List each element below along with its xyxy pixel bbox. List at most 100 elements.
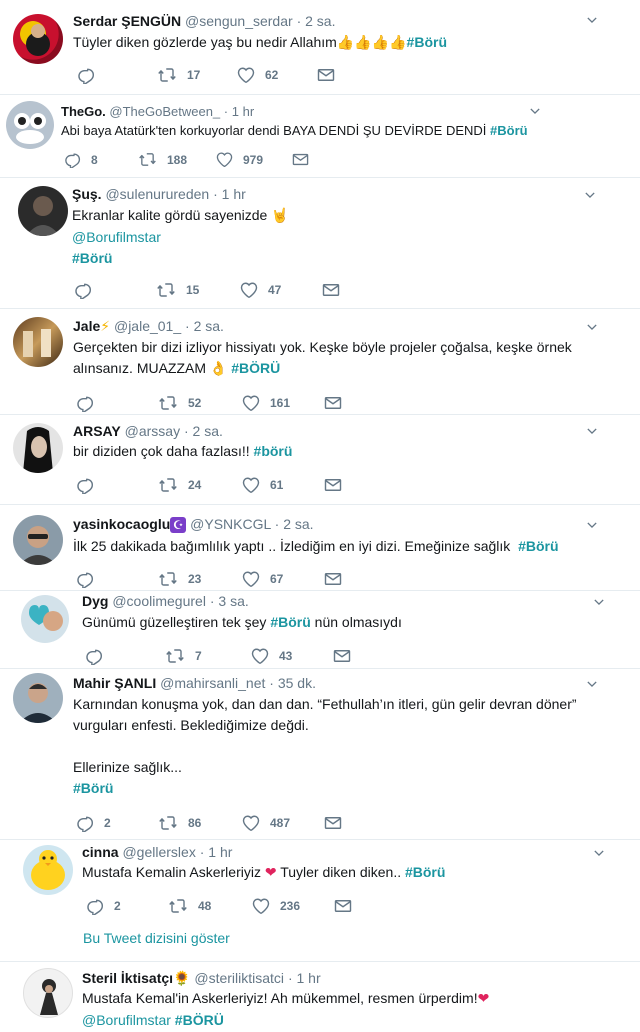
retweet-button[interactable]: 15	[156, 281, 240, 299]
chevron-down-icon[interactable]	[585, 190, 595, 200]
retweet-button[interactable]: 17	[157, 66, 237, 84]
author-name[interactable]: ARSAY	[73, 423, 121, 439]
chevron-down-icon[interactable]	[594, 597, 604, 607]
author-name[interactable]: TheGo.	[61, 104, 106, 119]
avatar[interactable]	[23, 968, 73, 1018]
direct-message-button[interactable]	[317, 66, 335, 84]
reply-button[interactable]	[76, 570, 158, 588]
direct-message-button[interactable]	[292, 151, 309, 168]
author-name[interactable]: cinna	[82, 844, 119, 860]
author-name[interactable]: Serdar ŞENGÜN	[73, 13, 181, 29]
author-handle[interactable]: @gellerslex	[122, 844, 195, 860]
reply-button[interactable]: 2	[76, 814, 158, 832]
timestamp[interactable]: 3 sa.	[218, 593, 248, 609]
timestamp[interactable]: 2 sa.	[283, 516, 313, 532]
avatar[interactable]	[13, 515, 63, 565]
hashtag-link[interactable]: #Börü	[405, 864, 445, 880]
timestamp[interactable]: 1 hr	[208, 844, 232, 860]
retweet-button[interactable]: 24	[158, 476, 242, 494]
tweet[interactable]: Serdar ŞENGÜN @sengun_serdar · 2 sa. Tüy…	[0, 0, 640, 95]
direct-message-button[interactable]	[334, 897, 352, 915]
tweet[interactable]: Steril İktisatçı🌻 @steriliktisatci · 1 h…	[0, 962, 640, 1032]
timestamp[interactable]: 1 hr	[222, 186, 246, 202]
chevron-down-icon[interactable]	[587, 15, 597, 25]
tweet[interactable]: Şuş. @sulenurureden · 1 hr Ekranlar kali…	[0, 178, 640, 309]
author-handle[interactable]: @steriliktisatci	[194, 970, 284, 986]
hashtag-link[interactable]: #Börü	[490, 123, 528, 138]
author-name[interactable]: Mahir ŞANLI	[73, 675, 156, 691]
timestamp[interactable]: 2 sa.	[305, 13, 335, 29]
show-thread-link[interactable]: Bu Tweet dizisini göster	[83, 930, 230, 946]
author-handle[interactable]: @YSNKCGL	[190, 516, 271, 532]
avatar[interactable]	[21, 595, 69, 643]
avatar[interactable]	[13, 14, 63, 64]
hashtag-link[interactable]: #Börü	[407, 34, 447, 50]
tweet[interactable]: Jale⚡ @jale_01_ · 2 sa. Gerçekten bir di…	[0, 309, 640, 415]
like-button[interactable]: 47	[240, 281, 322, 299]
retweet-button[interactable]: 48	[168, 897, 252, 915]
retweet-button[interactable]: 52	[158, 394, 242, 412]
reply-button[interactable]	[74, 281, 156, 299]
reply-button[interactable]	[76, 476, 158, 494]
avatar[interactable]	[13, 673, 63, 723]
mention-link[interactable]: @Borufilmstar	[82, 1012, 171, 1028]
author-handle[interactable]: @sengun_serdar	[185, 13, 293, 29]
like-button[interactable]: 67	[242, 570, 324, 588]
avatar[interactable]	[18, 186, 68, 236]
like-button[interactable]: 979	[216, 151, 292, 168]
chevron-down-icon[interactable]	[587, 520, 597, 530]
like-button[interactable]: 236	[252, 897, 334, 915]
tweet[interactable]: cinna @gellerslex · 1 hr Mustafa Kemalin…	[0, 840, 640, 962]
author-name[interactable]: Jale	[73, 318, 100, 334]
tweet[interactable]: Dyg @coolimegurel · 3 sa. Günümü güzelle…	[0, 591, 640, 669]
chevron-down-icon[interactable]	[587, 679, 597, 689]
retweet-button[interactable]: 23	[158, 570, 242, 588]
author-handle[interactable]: @sulenurureden	[105, 186, 209, 202]
author-name[interactable]: yasinkocaoglu	[73, 516, 170, 532]
retweet-button[interactable]: 7	[165, 647, 251, 665]
direct-message-button[interactable]	[322, 281, 340, 299]
author-handle[interactable]: @TheGoBetween_	[109, 104, 220, 119]
direct-message-button[interactable]	[324, 814, 342, 832]
author-name[interactable]: Dyg	[82, 593, 108, 609]
timestamp[interactable]: 1 hr	[232, 104, 254, 119]
timestamp[interactable]: 2 sa.	[193, 423, 223, 439]
chevron-down-icon[interactable]	[530, 106, 540, 116]
retweet-button[interactable]: 86	[158, 814, 242, 832]
author-name[interactable]: Şuş.	[72, 186, 102, 202]
like-button[interactable]: 61	[242, 476, 324, 494]
author-name[interactable]: Steril İktisatçı	[82, 970, 173, 986]
hashtag-link[interactable]: #BÖRÜ	[175, 1012, 224, 1028]
hashtag-link[interactable]: #börü	[254, 443, 293, 459]
chevron-down-icon[interactable]	[587, 426, 597, 436]
timestamp[interactable]: 2 sa.	[194, 318, 224, 334]
hashtag-link[interactable]: #Börü	[518, 538, 558, 554]
avatar[interactable]	[13, 317, 63, 367]
like-button[interactable]: 487	[242, 814, 324, 832]
author-handle[interactable]: @mahirsanli_net	[160, 675, 265, 691]
hashtag-link[interactable]: #Börü	[73, 778, 577, 799]
like-button[interactable]: 161	[242, 394, 324, 412]
direct-message-button[interactable]	[324, 394, 342, 412]
reply-button[interactable]	[77, 66, 157, 84]
hashtag-link[interactable]: #Börü	[72, 248, 289, 269]
reply-button[interactable]	[76, 394, 158, 412]
hashtag-link[interactable]: #Börü	[270, 614, 310, 630]
avatar[interactable]	[23, 845, 73, 895]
tweet[interactable]: yasinkocaoglu ☪ @YSNKCGL · 2 sa. İlk 25 d…	[0, 505, 640, 591]
like-button[interactable]: 62	[237, 66, 317, 84]
timestamp[interactable]: 35 dk.	[278, 675, 316, 691]
tweet[interactable]: Mahir ŞANLI @mahirsanli_net · 35 dk. Kar…	[0, 669, 640, 840]
direct-message-button[interactable]	[324, 570, 342, 588]
tweet[interactable]: TheGo. @TheGoBetween_ · 1 hr Abi baya At…	[0, 95, 640, 178]
chevron-down-icon[interactable]	[594, 848, 604, 858]
timestamp[interactable]: 1 hr	[297, 970, 321, 986]
avatar[interactable]	[6, 101, 54, 149]
avatar[interactable]	[13, 423, 63, 473]
retweet-button[interactable]: 188	[138, 151, 216, 168]
author-handle[interactable]: @coolimegurel	[112, 593, 206, 609]
reply-button[interactable]: 8	[64, 151, 138, 168]
mention-link[interactable]: @Borufilmstar	[72, 227, 289, 248]
tweet[interactable]: ARSAY @arssay · 2 sa. bir diziden çok da…	[0, 415, 640, 505]
direct-message-button[interactable]	[324, 476, 342, 494]
